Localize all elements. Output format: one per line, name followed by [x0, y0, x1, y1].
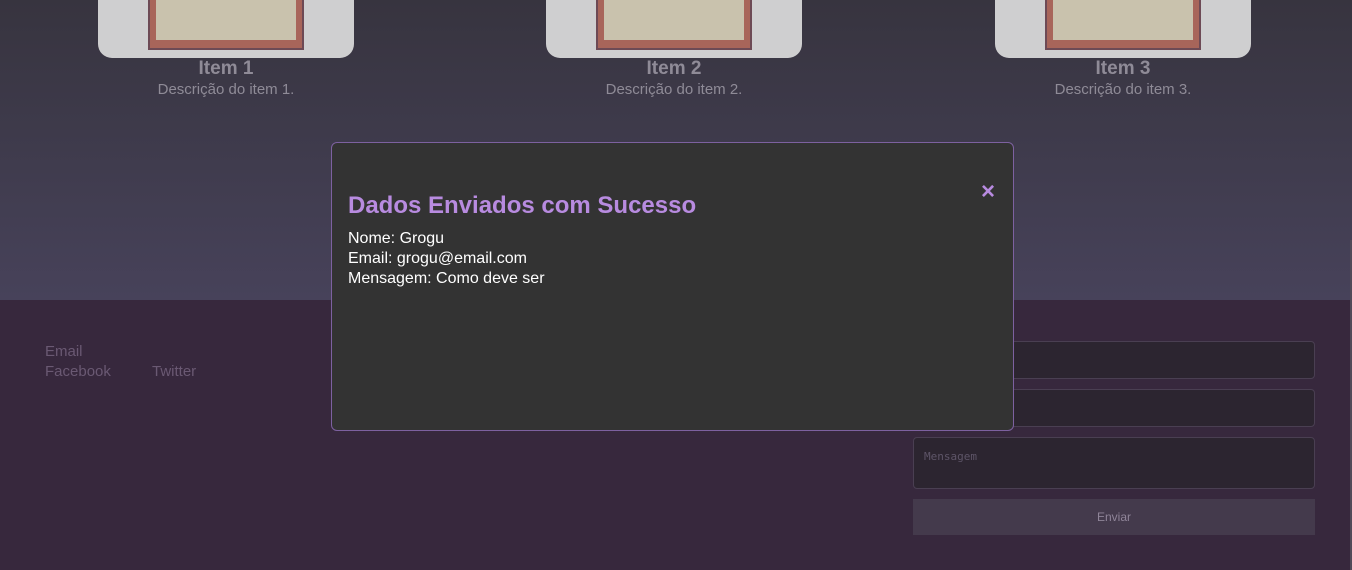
- item-image: [546, 0, 802, 58]
- modal-body: Nome: Grogu Email: grogu@email.com Mensa…: [348, 229, 545, 289]
- message-placeholder: Mensagem: [924, 450, 977, 463]
- item-description: Descrição do item 1.: [157, 81, 295, 98]
- modal-title: Dados Enviados com Sucesso: [348, 192, 697, 219]
- submitted-email: Email: grogu@email.com: [348, 250, 527, 267]
- footer-link-facebook[interactable]: Facebook: [45, 363, 111, 380]
- item-image: [995, 0, 1251, 58]
- submitted-message: Mensagem: Como deve ser: [348, 270, 545, 287]
- footer-link-email[interactable]: Email: [45, 343, 83, 360]
- submitted-name: Nome: Grogu: [348, 230, 445, 247]
- item-description: Descrição do item 3.: [1054, 81, 1192, 98]
- message-textarea[interactable]: Mensagem: [913, 437, 1315, 489]
- item-image: [98, 0, 354, 58]
- send-button[interactable]: Enviar: [913, 499, 1315, 535]
- item-title: Item 3: [1095, 58, 1151, 79]
- close-icon[interactable]: ×: [977, 180, 999, 204]
- success-modal: Dados Enviados com Sucesso × Nome: Grogu…: [331, 142, 1014, 431]
- item-title: Item 1: [198, 58, 254, 79]
- item-description: Descrição do item 2.: [605, 81, 743, 98]
- footer-link-twitter[interactable]: Twitter: [152, 363, 196, 380]
- item-title: Item 2: [646, 58, 702, 79]
